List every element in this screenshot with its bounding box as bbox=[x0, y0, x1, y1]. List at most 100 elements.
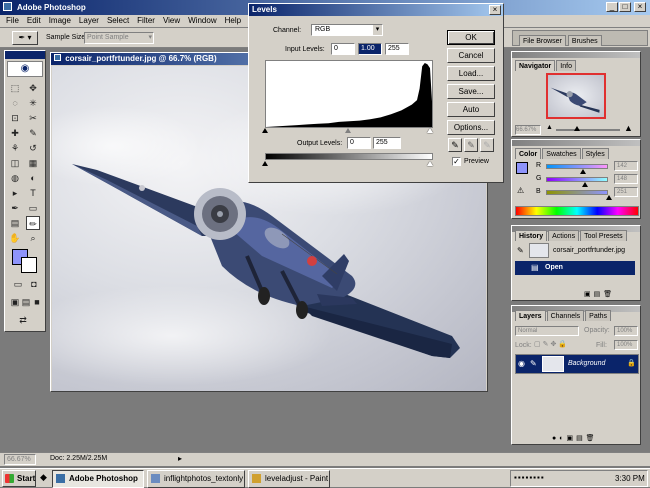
brush-tool-icon[interactable]: ✎ bbox=[26, 126, 40, 140]
layer-row[interactable]: ◉ ✎ Background 🔒 bbox=[515, 354, 639, 374]
color-spectrum-bar[interactable] bbox=[515, 206, 639, 216]
magic-wand-tool-icon[interactable]: ✳ bbox=[26, 96, 40, 110]
tab-navigator[interactable]: Navigator bbox=[515, 60, 556, 71]
marquee-tool-icon[interactable]: ⬚ bbox=[8, 81, 22, 95]
eyedropper-tool-icon[interactable]: ✏ bbox=[26, 216, 40, 230]
history-snapshot-row[interactable]: ✎ corsair_portfrtunder.jpg bbox=[515, 242, 635, 260]
menu-image[interactable]: Image bbox=[49, 15, 71, 27]
tab-color[interactable]: Color bbox=[515, 148, 542, 159]
eye-icon[interactable]: ◉ bbox=[518, 359, 525, 368]
healing-tool-icon[interactable]: ✚ bbox=[8, 126, 22, 140]
close-button[interactable]: × bbox=[634, 2, 646, 12]
input-black-field[interactable]: 0 bbox=[331, 43, 355, 55]
tray-icons[interactable]: ▪▪▪▪▪▪▪▪ bbox=[514, 473, 545, 482]
channel-slider[interactable] bbox=[546, 164, 608, 174]
tab-paths[interactable]: Paths bbox=[585, 310, 612, 321]
taskbar-task[interactable]: leveladjust - Paint bbox=[248, 470, 330, 488]
eyedropper-preset-button[interactable]: ✒ ▾ bbox=[12, 31, 38, 45]
history-state-row[interactable]: ▤ Open bbox=[515, 261, 635, 275]
tab-history[interactable]: History bbox=[515, 230, 548, 241]
dodge-tool-icon[interactable]: ◐ bbox=[26, 171, 40, 185]
tab-layers[interactable]: Layers bbox=[515, 310, 546, 321]
zoom-tool-icon[interactable]: ⌕ bbox=[26, 231, 40, 245]
taskbar-task[interactable]: Adobe Photoshop bbox=[52, 470, 144, 488]
output-white-slider[interactable] bbox=[427, 161, 433, 166]
history-brush-icon[interactable]: ✎ bbox=[517, 246, 524, 255]
tab-actions[interactable]: Actions bbox=[548, 230, 580, 241]
navigator-zoom-slider[interactable] bbox=[556, 126, 620, 131]
zoom-out-icon[interactable]: ▲ bbox=[546, 124, 553, 131]
status-arrow-icon[interactable]: ▸ bbox=[178, 454, 182, 463]
channel-value-field[interactable]: 251 bbox=[614, 187, 638, 197]
taskbar-task[interactable]: inflightphotos_textonly - Mi... bbox=[147, 470, 245, 488]
fill-field[interactable]: 100% bbox=[614, 340, 638, 350]
opacity-field[interactable]: 100% bbox=[614, 326, 638, 336]
navigator-thumbnail[interactable] bbox=[546, 73, 606, 119]
save-button[interactable]: Save... bbox=[447, 84, 495, 99]
warning-icon[interactable]: ⚠ bbox=[517, 186, 524, 195]
crop-tool-icon[interactable]: ⊡ bbox=[8, 111, 22, 125]
input-white-slider[interactable] bbox=[427, 128, 433, 133]
menu-edit[interactable]: Edit bbox=[27, 15, 41, 27]
hand-tool-icon[interactable]: ✋ bbox=[8, 231, 22, 245]
blend-mode-select[interactable]: Normal bbox=[515, 326, 579, 336]
background-color-swatch[interactable] bbox=[21, 257, 37, 273]
start-button[interactable]: Start bbox=[2, 470, 36, 487]
adobe-online-icon[interactable]: ◉ bbox=[7, 61, 43, 77]
blur-tool-icon[interactable]: ◍ bbox=[8, 171, 22, 185]
channel-slider[interactable] bbox=[546, 177, 608, 187]
cancel-button[interactable]: Cancel bbox=[447, 48, 495, 63]
screen-mode-full-icon[interactable]: ■ bbox=[30, 295, 44, 309]
menu-view[interactable]: View bbox=[163, 15, 180, 27]
options-button[interactable]: Options... bbox=[447, 120, 495, 135]
menu-help[interactable]: Help bbox=[225, 15, 241, 27]
white-eyedropper-button[interactable]: ✎ bbox=[480, 138, 494, 152]
gradient-tool-icon[interactable]: ▦ bbox=[26, 156, 40, 170]
tab-channels[interactable]: Channels bbox=[546, 310, 585, 321]
output-black-field[interactable]: 0 bbox=[347, 137, 371, 149]
tab-swatches[interactable]: Swatches bbox=[542, 148, 581, 159]
input-white-field[interactable]: 255 bbox=[385, 43, 409, 55]
zoom-in-icon[interactable]: ▲ bbox=[624, 123, 633, 133]
sample-size-select[interactable]: Point Sample ▾ bbox=[84, 32, 154, 44]
clone-stamp-tool-icon[interactable]: ⚘ bbox=[8, 141, 22, 155]
zoom-field[interactable]: 66.67% bbox=[4, 454, 36, 465]
input-black-slider[interactable] bbox=[262, 128, 268, 133]
channel-value-field[interactable]: 148 bbox=[614, 174, 638, 184]
slice-tool-icon[interactable]: ✂ bbox=[26, 111, 40, 125]
move-tool-icon[interactable]: ✥ bbox=[26, 81, 40, 95]
channel-select[interactable]: RGB ▾ bbox=[311, 24, 383, 36]
shape-tool-icon[interactable]: ▭ bbox=[26, 201, 40, 215]
channel-value-field[interactable]: 142 bbox=[614, 161, 638, 171]
quick-mask-icon[interactable]: ◘ bbox=[27, 277, 41, 291]
lock-icons[interactable]: ▢✎✥🔒 bbox=[534, 340, 569, 348]
well-tab-brushes[interactable]: Brushes bbox=[567, 35, 602, 46]
load-button[interactable]: Load... bbox=[447, 66, 495, 81]
gray-eyedropper-button[interactable]: ✎ bbox=[464, 138, 478, 152]
channel-slider[interactable] bbox=[546, 190, 613, 200]
menu-file[interactable]: File bbox=[6, 15, 19, 27]
notes-tool-icon[interactable]: ▤ bbox=[8, 216, 22, 230]
input-gamma-slider[interactable] bbox=[345, 128, 351, 133]
maximize-button[interactable]: □ bbox=[619, 2, 631, 12]
black-eyedropper-button[interactable]: ✎ bbox=[448, 138, 462, 152]
menu-filter[interactable]: Filter bbox=[137, 15, 155, 27]
ok-button[interactable]: OK bbox=[447, 30, 495, 45]
color-foreground-swatch[interactable] bbox=[516, 162, 528, 174]
auto-button[interactable]: Auto bbox=[447, 102, 495, 117]
standard-mode-icon[interactable]: ▭ bbox=[11, 277, 25, 291]
type-tool-icon[interactable]: T bbox=[26, 186, 40, 200]
tab-styles[interactable]: Styles bbox=[581, 148, 609, 159]
preview-checkbox[interactable]: ✓ bbox=[452, 157, 461, 166]
brush-icon[interactable]: ✎ bbox=[530, 359, 537, 368]
input-gamma-field[interactable]: 1.00 bbox=[358, 43, 382, 55]
jump-to-imageready-icon[interactable]: ⇄ bbox=[16, 313, 30, 327]
tab-tool-presets[interactable]: Tool Presets bbox=[580, 230, 627, 241]
channel-slider-thumb[interactable] bbox=[606, 195, 613, 200]
menu-window[interactable]: Window bbox=[188, 15, 216, 27]
tab-info[interactable]: Info bbox=[556, 60, 576, 71]
output-white-field[interactable]: 255 bbox=[373, 137, 401, 149]
history-brush-tool-icon[interactable]: ↺ bbox=[26, 141, 40, 155]
levels-close-button[interactable]: × bbox=[489, 5, 501, 15]
output-black-slider[interactable] bbox=[262, 161, 268, 166]
